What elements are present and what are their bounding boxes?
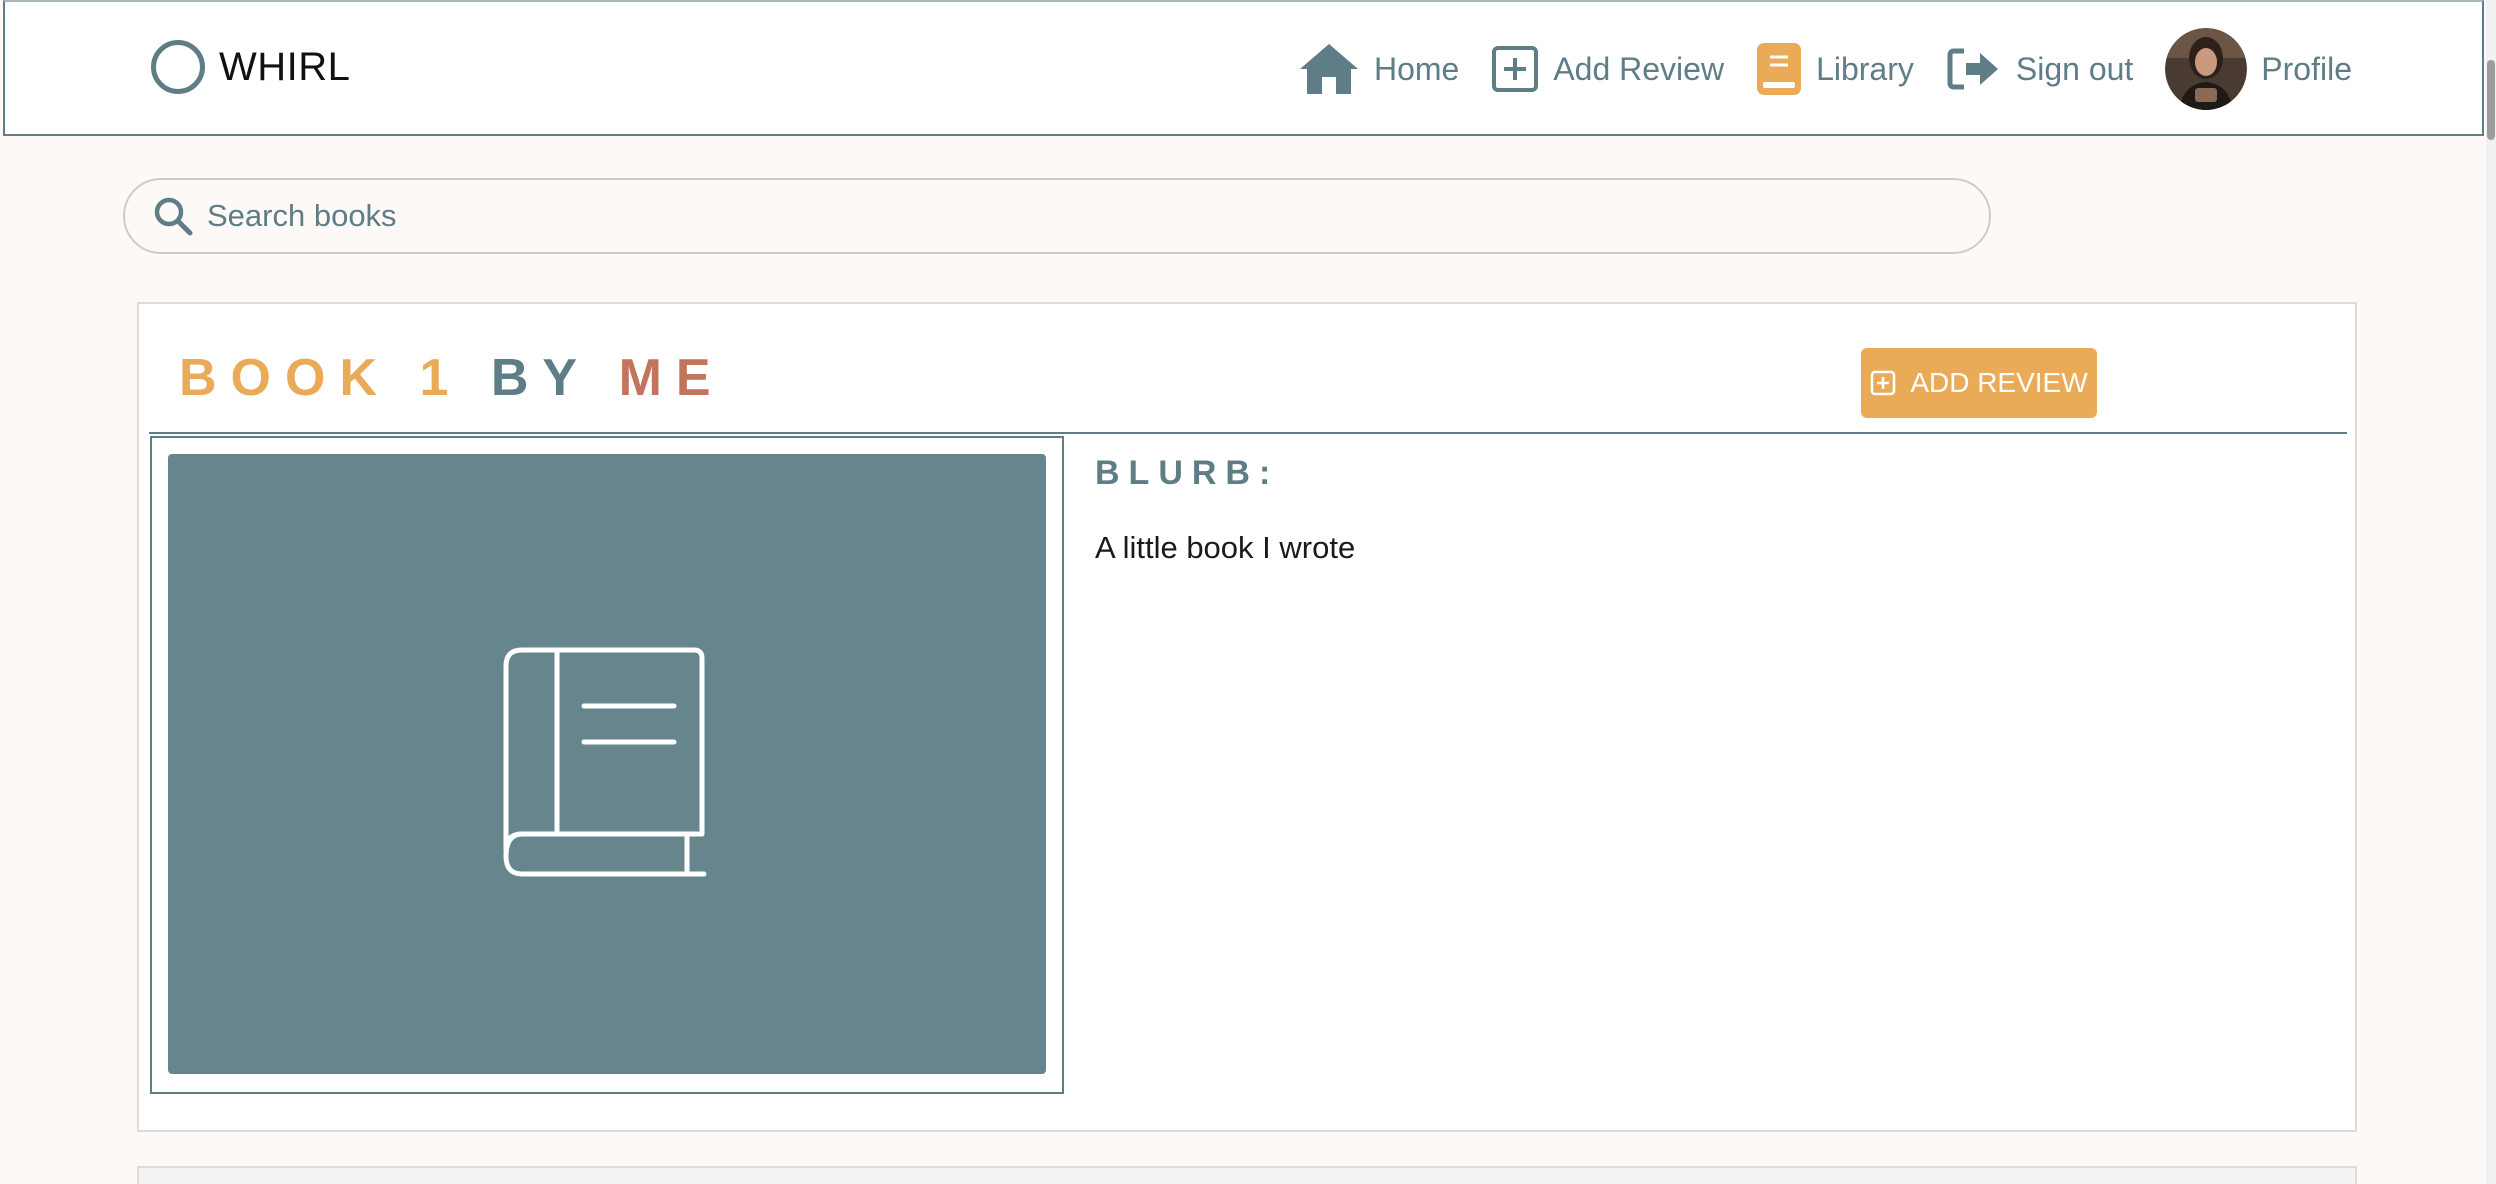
nav-home-label: Home bbox=[1373, 50, 1460, 87]
nav-add-review-label: Add Review bbox=[1553, 50, 1725, 87]
blurb-label: BLURB: bbox=[1095, 454, 1280, 492]
sign-out-icon bbox=[1947, 48, 1998, 90]
search-bar bbox=[123, 178, 1991, 254]
home-icon bbox=[1299, 44, 1358, 94]
app-window: WHIRL Home Add Review Library Sign out P… bbox=[0, 0, 2496, 1184]
blurb-text: A little book I wrote bbox=[1095, 530, 1356, 565]
navbar: WHIRL Home Add Review Library Sign out P… bbox=[3, 0, 2484, 136]
search-icon bbox=[154, 197, 193, 236]
scrollbar-thumb[interactable] bbox=[2487, 60, 2495, 140]
nav-home[interactable]: Home bbox=[1298, 42, 1459, 96]
nav-profile[interactable]: Profile bbox=[2165, 28, 2352, 110]
nav-menu: Home Add Review Library Sign out Profile bbox=[1266, 26, 2352, 112]
page-scrollbar[interactable] bbox=[2486, 0, 2496, 1184]
book-author: ME bbox=[618, 349, 725, 407]
book-heading: BOOK 1 BY ME bbox=[179, 348, 725, 408]
next-card bbox=[137, 1166, 2357, 1184]
book-outline-icon bbox=[503, 647, 707, 877]
nav-sign-out[interactable]: Sign out bbox=[1946, 45, 2133, 93]
title-divider bbox=[149, 432, 2347, 434]
book-cover bbox=[168, 454, 1046, 1074]
plus-square-icon bbox=[1492, 46, 1539, 92]
book-icon bbox=[1757, 43, 1802, 95]
nav-library[interactable]: Library bbox=[1756, 42, 1914, 96]
add-review-button-label: ADD REVIEW bbox=[1910, 367, 2088, 398]
nav-profile-label: Profile bbox=[2261, 50, 2352, 87]
book-cover-frame bbox=[150, 436, 1064, 1094]
nav-add-review[interactable]: Add Review bbox=[1491, 45, 1724, 93]
brand-logo[interactable]: WHIRL bbox=[151, 40, 350, 94]
book-title: BOOK 1 bbox=[179, 349, 463, 407]
nav-sign-out-label: Sign out bbox=[2015, 50, 2134, 87]
avatar bbox=[2165, 28, 2248, 110]
add-review-button[interactable]: ADD REVIEW bbox=[1861, 348, 2097, 418]
nav-library-label: Library bbox=[1816, 50, 1914, 87]
circle-logo-icon bbox=[151, 40, 205, 94]
brand-name: WHIRL bbox=[219, 44, 351, 89]
book-card: BOOK 1 BY ME ADD REVIEW BLURB: A little … bbox=[137, 302, 2357, 1132]
search-input[interactable] bbox=[207, 198, 1907, 234]
plus-square-icon bbox=[1871, 370, 1896, 396]
book-by: BY bbox=[490, 349, 591, 407]
